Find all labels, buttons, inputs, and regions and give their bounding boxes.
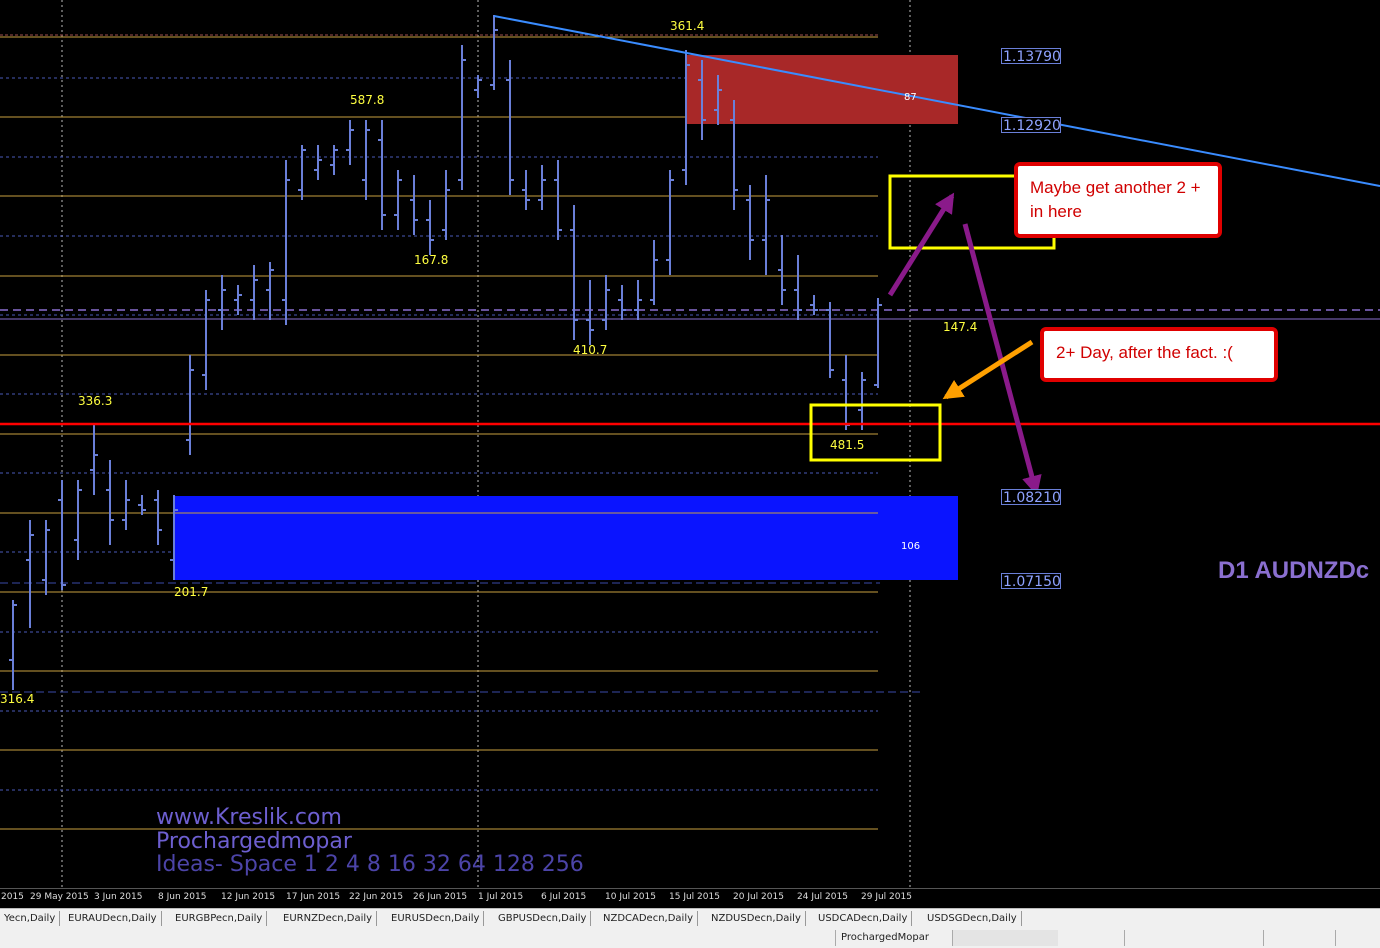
status-profile: ProchargedMopar [835,930,956,946]
watermark-site: www.Kreslik.com [156,805,342,830]
date-tick: 6 Jul 2015 [541,892,587,902]
symbol-tab[interactable]: NZDCADecn,Daily [599,911,699,926]
symbol-tab[interactable]: GBPUSDecn,Daily [494,911,592,926]
price-annotation: 87 [904,92,917,103]
price-annotation: 106 [901,541,920,552]
date-tick: 2015 [1,892,24,902]
date-tick: 17 Jun 2015 [286,892,341,902]
price-annotation: 201.7 [174,585,208,599]
price-tag: 1.12920 [1001,117,1061,134]
symbol-tab[interactable]: Yecn,Daily [0,911,61,926]
watermark-author: Prochargedmopar [156,829,352,854]
date-tick: 15 Jul 2015 [669,892,720,902]
symbol-tab[interactable]: EURUSDecn,Daily [387,911,485,926]
status-cell [1263,930,1339,946]
symbol-tab[interactable]: NZDUSDecn,Daily [707,911,806,926]
price-annotation: 167.8 [414,253,448,267]
watermark-ideas: Ideas- Space 1 2 4 8 16 32 64 128 256 [156,852,584,877]
arrow-down [962,223,1042,496]
price-annotation: 587.8 [350,93,384,107]
status-cell [952,930,1058,946]
callout-bottom: 2+ Day, after the fact. :( [1040,327,1278,382]
status-bar: ProchargedMopar [0,928,1380,948]
demand-zone [174,496,958,580]
date-tick: 8 Jun 2015 [158,892,207,902]
status-cell [1335,930,1380,946]
chart-area[interactable]: 361.4 587.8 167.8 336.3 410.7 481.5 147.4 201.7… [0,0,1380,888]
date-tick: 1 Jul 2015 [478,892,524,902]
symbol-tab[interactable]: USDSGDecn,Daily [923,911,1022,926]
symbol-label: D1 AUDNZDc [1218,557,1370,584]
price-annotation: 410.7 [573,343,607,357]
date-tick: 20 Jul 2015 [733,892,784,902]
price-annotation: 147.4 [943,320,977,334]
price-tag: 1.07150 [1001,573,1061,590]
date-tick: 29 Jul 2015 [861,892,912,902]
symbol-tab[interactable]: USDCADecn,Daily [814,911,913,926]
price-annotation: 481.5 [830,438,864,452]
price-tag: 1.13790 [1001,48,1061,65]
arrow-up [887,192,955,297]
time-axis: 2015 29 May 2015 3 Jun 2015 8 Jun 2015 1… [0,888,1380,909]
trend-line [493,15,1380,187]
date-tick: 26 Jun 2015 [413,892,468,902]
price-annotation: 361.4 [670,19,704,33]
date-tick: 29 May 2015 [30,892,89,902]
date-tick: 12 Jun 2015 [221,892,276,902]
date-tick: 10 Jul 2015 [605,892,656,902]
date-tick: 24 Jul 2015 [797,892,848,902]
symbol-tab[interactable]: EURGBPecn,Daily [171,911,268,926]
date-tick: 22 Jun 2015 [349,892,404,902]
symbol-tab[interactable]: EURAUDecn,Daily [64,911,162,926]
arrow-orange [942,339,1034,400]
price-annotation: 316.4 [0,692,34,706]
price-annotation: 336.3 [78,394,112,408]
callout-top: Maybe get another 2 + in here [1014,162,1222,238]
date-tick: 3 Jun 2015 [94,892,143,902]
symbol-tab[interactable]: EURNZDecn,Daily [279,911,378,926]
price-chart[interactable]: 361.4 587.8 167.8 336.3 410.7 481.5 147.4 201.7… [0,0,1380,888]
supply-zone [686,55,958,124]
price-tag: 1.08210 [1001,489,1061,506]
status-cell [1124,930,1260,946]
symbol-tab-bar: Yecn,Daily EURAUDecn,Daily EURGBPecn,Dai… [0,908,1380,928]
